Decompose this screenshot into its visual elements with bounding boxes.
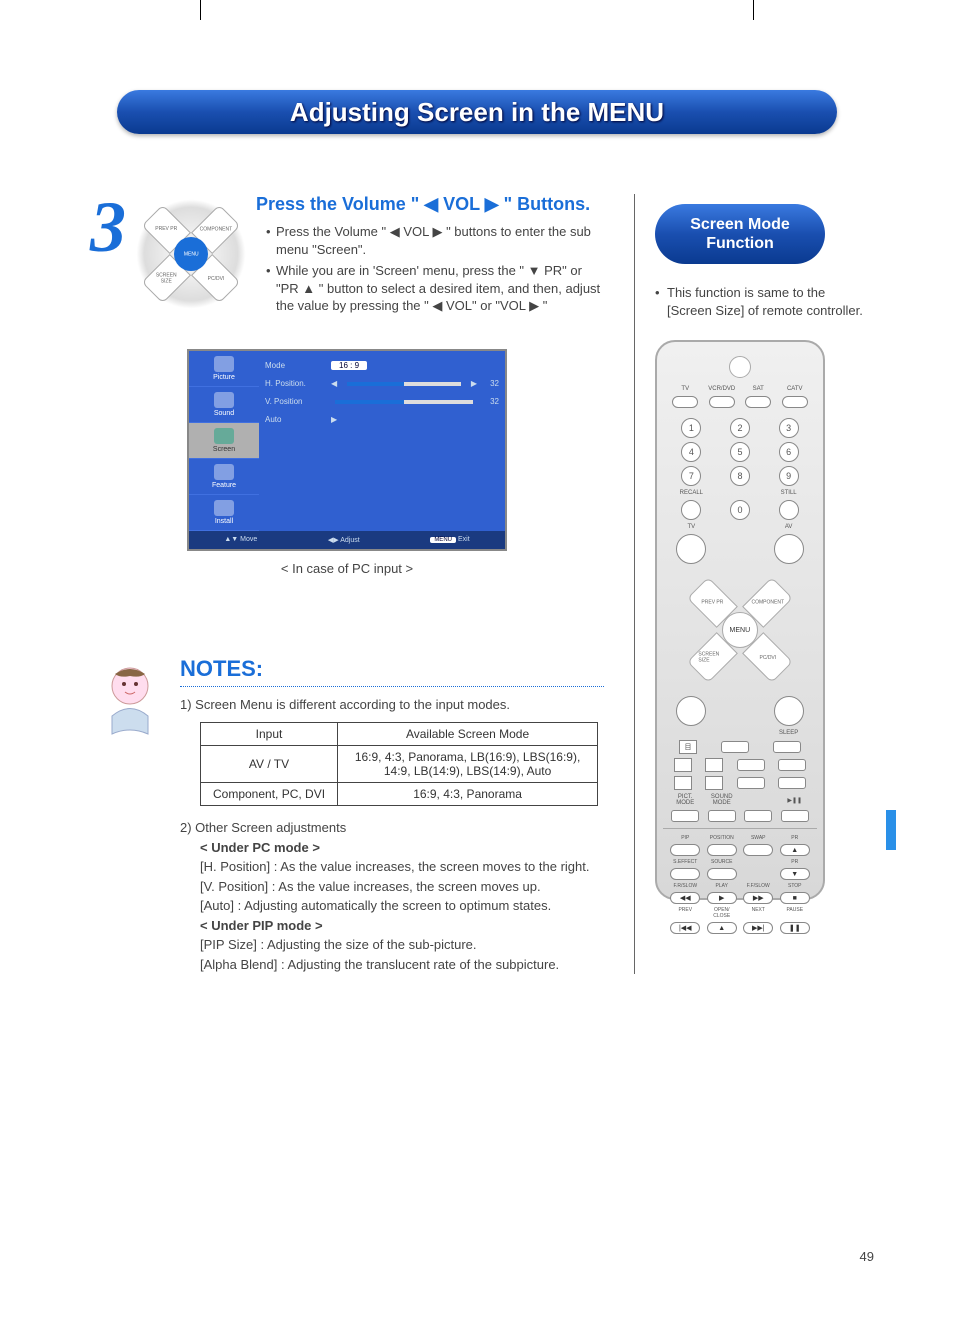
sidebar-bullet: This function is same to the [Screen Siz… [655,284,864,320]
menu-row-value: 32 [483,379,499,388]
menu-row-value: 16 : 9 [331,361,367,370]
step-bullets: Press the Volume " ◀ VOL ▶ " buttons to … [256,223,604,315]
step-bullet: While you are in 'Screen' menu, press th… [266,262,604,315]
menu-item-screen: Screen [189,423,259,459]
menu-row-label: V. Position [265,397,325,406]
menu-row-label: Auto [265,415,325,424]
step-bullet: Press the Volume " ◀ VOL ▶ " buttons to … [266,223,604,258]
note-line: [H. Position] : As the value increases, … [272,857,604,877]
figure-caption: < In case of PC input > [90,561,604,576]
mode-table: InputAvailable Screen Mode AV / TV16:9, … [200,722,598,806]
note-line: [PIP Size] : Adjusting the size of the s… [200,935,604,955]
notes-heading: NOTES: [180,656,604,682]
table-cell: 16:9, 4:3, Panorama, LB(16:9), LBS(16:9)… [338,746,598,783]
note-line: 2) Other Screen adjustments [180,818,604,838]
note-line: [V. Position] : As the value increases, … [200,877,604,897]
page-title: Adjusting Screen in the MENU [290,97,664,128]
screen-menu-sidebar: Picture Sound Screen Feature Install [189,351,259,531]
menu-row-label: Mode [265,361,325,370]
table-cell: AV / TV [201,746,338,783]
step-heading: Press the Volume " ◀ VOL ▶ " Buttons. [256,194,604,215]
menu-item-install: Install [189,495,259,531]
power-button-icon [729,356,751,378]
menu-item-picture: Picture [189,351,259,387]
notes-avatar-icon [90,656,170,736]
table-cell: 16:9, 4:3, Panorama [338,783,598,806]
screen-menu-figure: Picture Sound Screen Feature Install Mod… [187,349,507,551]
screen-menu-main: Mode16 : 9 H. Position.◀▶32 V. Position3… [259,351,505,531]
page-tab-icon [886,810,896,850]
page-number: 49 [860,1249,874,1264]
arrow-right-icon: ▶ [331,415,337,424]
slider-icon [347,382,461,386]
page-title-bar: Adjusting Screen in the MENU [117,90,837,134]
note-line: [Alpha Blend] : Adjusting the translucen… [200,955,604,975]
table-header: Available Screen Mode [338,723,598,746]
dpad-diagram: COMPONENT SCREEN SIZE PREV PR PC/DVI MEN… [136,199,246,309]
remote-dpad: COMPONENT SCREEN SIZE PREV PR PC/DVI MEN… [655,546,825,716]
menu-row-label: H. Position. [265,379,325,388]
slider-icon [335,400,473,404]
sidebar-pill: Screen Mode Function [655,204,825,264]
remote-diagram: TVVCR/DVDSATCATV 123 456 789 RECALLSTILL… [655,340,825,900]
note-line: [Auto] : Adjusting automatically the scr… [200,896,604,916]
menu-item-sound: Sound [189,387,259,423]
table-header: Input [201,723,338,746]
table-cell: Component, PC, DVI [201,783,338,806]
screen-menu-footer: ▲▼ Move ◀▶ Adjust MENUExit [189,531,505,549]
note-subheading: < Under PIP mode > [200,916,604,936]
note-subheading: < Under PC mode > [200,838,604,858]
note-line: 1) Screen Menu is different according to… [180,695,604,715]
menu-item-feature: Feature [189,459,259,495]
menu-row-value: 32 [483,397,499,406]
